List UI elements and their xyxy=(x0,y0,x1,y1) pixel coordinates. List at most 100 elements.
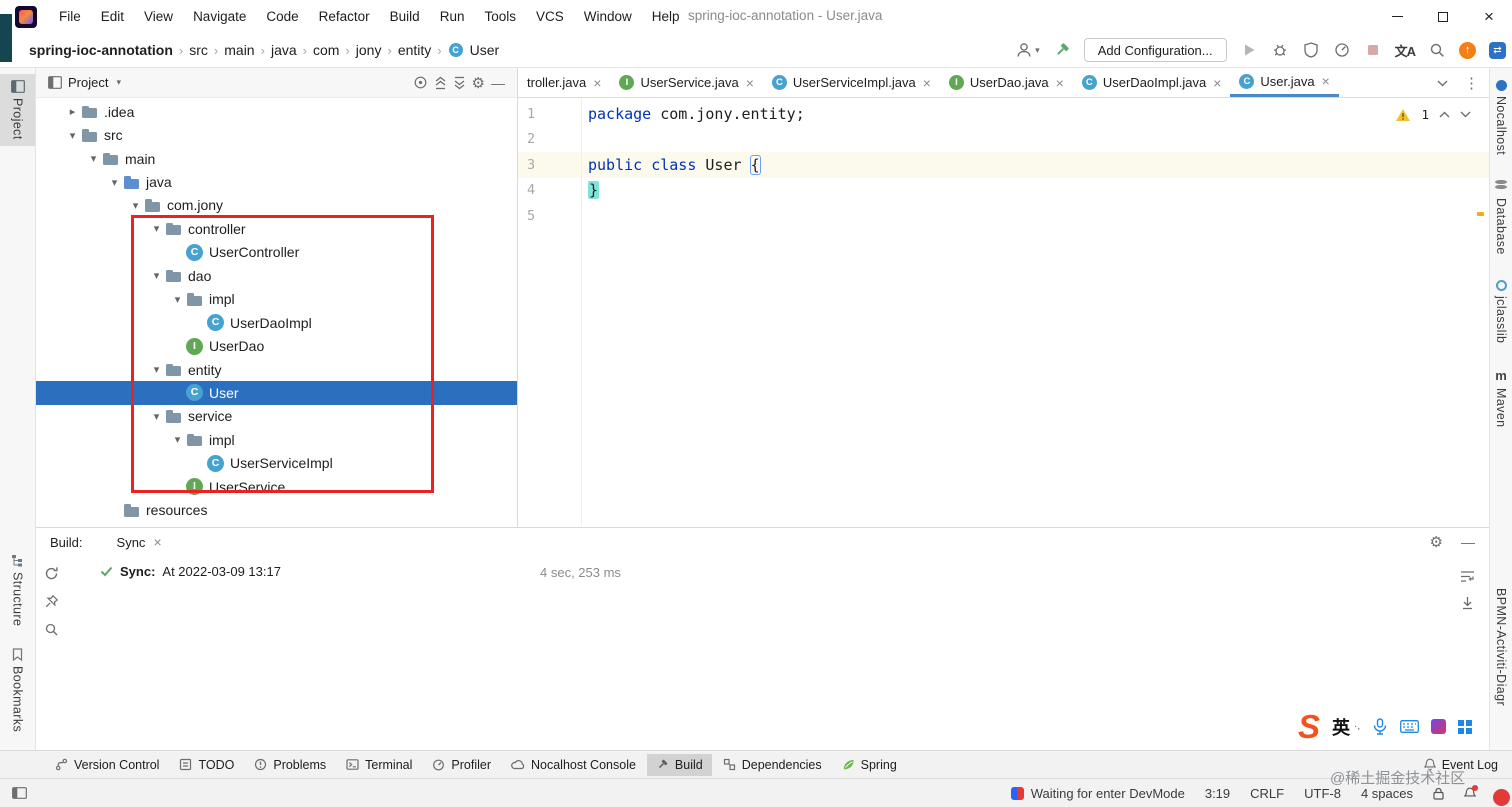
hammer-icon[interactable] xyxy=(1053,41,1071,59)
add-configuration-button[interactable]: Add Configuration... xyxy=(1083,38,1227,62)
tree-item-usercontroller[interactable]: UserController xyxy=(36,241,517,264)
chevron-down-icon[interactable]: ▾ xyxy=(116,77,121,88)
close-icon[interactable]: × xyxy=(153,534,161,550)
close-icon[interactable]: × xyxy=(1056,75,1064,91)
breadcrumb-java[interactable]: java xyxy=(266,42,302,58)
coverage-icon[interactable] xyxy=(1302,41,1320,59)
menu-run[interactable]: Run xyxy=(430,2,475,31)
debug-icon[interactable] xyxy=(1271,41,1289,59)
menu-navigate[interactable]: Navigate xyxy=(183,2,256,31)
search-icon[interactable] xyxy=(1428,41,1446,59)
warning-icon[interactable] xyxy=(1395,108,1411,122)
tool-stripe-database[interactable]: Database xyxy=(1490,180,1512,255)
hide-panel-icon[interactable]: — xyxy=(1461,534,1475,550)
menu-view[interactable]: View xyxy=(134,2,183,31)
tree-item-userdao[interactable]: UserDao xyxy=(36,334,517,357)
stop-icon[interactable] xyxy=(1364,41,1382,59)
tree-item-user-selected[interactable]: User xyxy=(36,381,517,405)
tree-item-entity[interactable]: entity xyxy=(36,358,517,381)
chevron-down-icon[interactable] xyxy=(169,433,186,446)
chevron-down-icon[interactable] xyxy=(148,269,165,282)
user-icon[interactable]: ▾ xyxy=(1015,41,1040,59)
chevron-down-icon[interactable] xyxy=(1437,80,1448,87)
tree-item-userserviceimpl[interactable]: UserServiceImpl xyxy=(36,452,517,475)
tree-item-dao-impl[interactable]: impl xyxy=(36,288,517,311)
tab-user-java-active[interactable]: User.java × xyxy=(1230,68,1339,97)
maximize-button[interactable] xyxy=(1420,0,1466,33)
breadcrumb-src[interactable]: src xyxy=(184,42,213,58)
update-icon[interactable]: ↑ xyxy=(1459,41,1476,59)
collapse-all-icon[interactable] xyxy=(453,76,466,90)
keyboard-icon[interactable] xyxy=(1400,720,1420,733)
sync-status-row[interactable]: Sync: At 2022-03-09 13:17 xyxy=(100,564,1489,579)
tab-usercontroller-java[interactable]: troller.java × xyxy=(518,68,610,97)
toolbar-build-active[interactable]: Build xyxy=(646,753,712,776)
inspect-icon[interactable] xyxy=(44,622,59,637)
close-icon[interactable]: × xyxy=(746,75,754,91)
tab-userservice-java[interactable]: UserService.java × xyxy=(610,68,762,97)
caret-position[interactable]: 3:19 xyxy=(1205,786,1230,801)
sogou-input-logo-icon[interactable]: S xyxy=(1298,710,1320,743)
menu-tools[interactable]: Tools xyxy=(474,2,526,31)
tree-item-java[interactable]: java xyxy=(36,170,517,193)
tree-item-idea[interactable]: .idea xyxy=(36,100,517,123)
lock-icon[interactable] xyxy=(1433,787,1444,800)
tool-stripe-bookmarks[interactable]: Bookmarks xyxy=(0,642,35,738)
settings-gear-icon[interactable]: ⚙ xyxy=(472,74,485,92)
menu-help[interactable]: Help xyxy=(642,2,690,31)
chevron-down-icon[interactable] xyxy=(127,199,144,212)
chevron-down-icon[interactable] xyxy=(148,222,165,235)
rerun-icon[interactable] xyxy=(44,566,59,581)
more-options-icon[interactable]: ⋮ xyxy=(1464,74,1479,92)
tree-item-src[interactable]: src xyxy=(36,123,517,146)
menu-code[interactable]: Code xyxy=(256,2,308,31)
breadcrumb-entity[interactable]: entity xyxy=(393,42,436,58)
close-icon[interactable]: × xyxy=(1322,73,1330,89)
tab-userdao-java[interactable]: UserDao.java × xyxy=(940,68,1073,97)
tool-stripe-project[interactable]: Project xyxy=(0,74,35,146)
hide-panel-icon[interactable]: — xyxy=(491,75,505,91)
run-icon[interactable] xyxy=(1240,41,1258,59)
translate-icon[interactable]: 文A xyxy=(1395,41,1416,60)
close-icon[interactable]: × xyxy=(1213,75,1221,91)
microphone-icon[interactable] xyxy=(1372,718,1388,735)
chevron-down-icon[interactable] xyxy=(106,176,123,189)
pin-icon[interactable] xyxy=(44,594,59,609)
chevron-down-icon[interactable] xyxy=(85,152,102,165)
toolbar-terminal[interactable]: Terminal xyxy=(337,754,421,776)
tool-stripe-maven[interactable]: Maven xyxy=(1490,368,1512,428)
menu-build[interactable]: Build xyxy=(380,2,430,31)
nocalhost-icon[interactable]: ⇄ xyxy=(1489,41,1506,59)
ime-toolbox-icon[interactable] xyxy=(1431,719,1447,734)
tree-item-resources[interactable]: resources xyxy=(36,498,517,521)
tool-stripe-jclasslib[interactable]: jclasslib xyxy=(1490,280,1512,343)
breadcrumb-com[interactable]: com xyxy=(308,42,344,58)
devmode-status[interactable]: Waiting for enter DevMode xyxy=(1010,786,1185,801)
breadcrumb-main[interactable]: main xyxy=(219,42,259,58)
chevron-down-icon[interactable] xyxy=(148,410,165,423)
chevron-down-icon[interactable] xyxy=(169,293,186,306)
tool-stripe-structure[interactable]: Structure xyxy=(0,548,35,632)
toolbar-spring[interactable]: Spring xyxy=(833,754,906,776)
menu-file[interactable]: File xyxy=(49,2,91,31)
expand-all-icon[interactable] xyxy=(434,76,447,90)
tree-item-controller[interactable]: controller xyxy=(36,217,517,240)
breadcrumb-jony[interactable]: jony xyxy=(351,42,387,58)
toolbar-profiler[interactable]: Profiler xyxy=(423,754,500,776)
scroll-to-end-icon[interactable] xyxy=(1461,596,1474,610)
notifications-bell-icon[interactable] xyxy=(1464,784,1478,800)
soft-wrap-icon[interactable] xyxy=(1460,570,1475,583)
editor-area[interactable]: troller.java × UserService.java × UserServ… xyxy=(518,68,1489,527)
tree-item-userservice[interactable]: UserService xyxy=(36,475,517,498)
tree-item-main[interactable]: main xyxy=(36,147,517,170)
tree-item-dao[interactable]: dao xyxy=(36,264,517,287)
breadcrumb-project[interactable]: spring-ioc-annotation xyxy=(24,42,178,58)
menu-edit[interactable]: Edit xyxy=(91,2,134,31)
tree-item-service-impl[interactable]: impl xyxy=(36,428,517,451)
build-tab-sync[interactable]: Sync × xyxy=(117,534,162,550)
close-icon[interactable]: × xyxy=(923,75,931,91)
menu-refactor[interactable]: Refactor xyxy=(309,2,380,31)
menu-vcs[interactable]: VCS xyxy=(526,2,574,31)
toolbar-problems[interactable]: Problems xyxy=(245,754,335,776)
panel-title[interactable]: Project xyxy=(68,75,108,90)
